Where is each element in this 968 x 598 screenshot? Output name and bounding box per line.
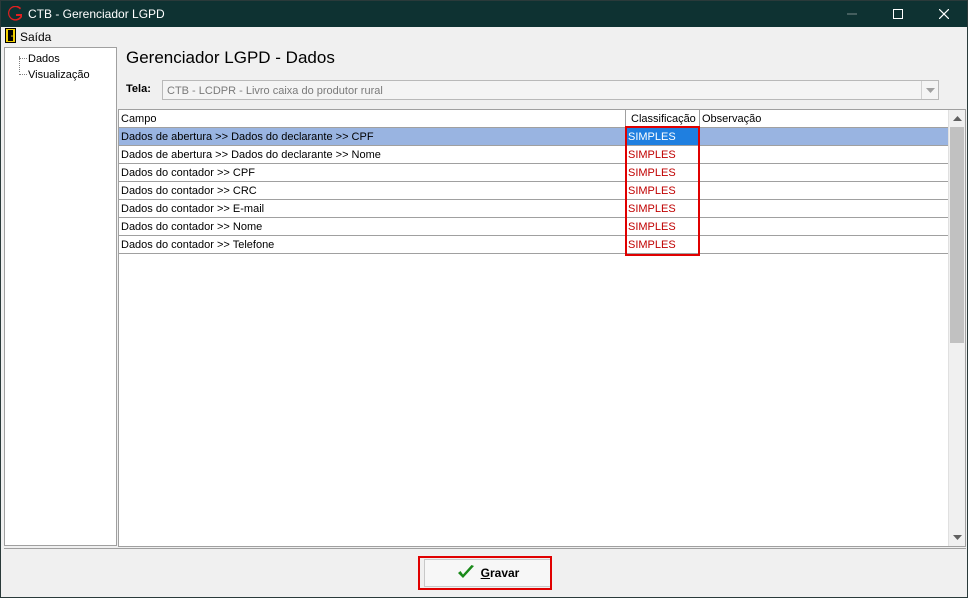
page-title: Gerenciador LGPD - Dados — [126, 48, 335, 67]
cell-campo[interactable]: Dados de abertura >> Dados do declarante… — [119, 128, 626, 145]
column-header-classificacao[interactable]: Classificação — [626, 110, 700, 127]
navigation-tree: Dados Visualização — [4, 47, 117, 546]
cell-observacao[interactable] — [700, 236, 949, 253]
cell-campo[interactable]: Dados de abertura >> Dados do declarante… — [119, 146, 626, 163]
cell-observacao[interactable] — [700, 182, 949, 199]
scroll-up-icon[interactable] — [949, 110, 965, 127]
tela-select-value: CTB - LCDPR - Livro caixa do produtor ru… — [167, 85, 383, 97]
table-row[interactable]: Dados de abertura >> Dados do declarante… — [119, 146, 949, 164]
window-title: CTB - Gerenciador LGPD — [28, 7, 165, 21]
cell-observacao[interactable] — [700, 164, 949, 181]
checkmark-icon — [457, 564, 475, 583]
cell-campo[interactable]: Dados do contador >> Telefone — [119, 236, 626, 253]
scrollbar-thumb[interactable] — [950, 127, 964, 343]
vertical-scrollbar[interactable] — [948, 110, 965, 546]
table-row[interactable]: Dados do contador >> Telefone SIMPLES — [119, 236, 949, 254]
tree-line — [19, 74, 27, 75]
footer-panel: Gravar — [4, 548, 966, 596]
scroll-down-icon[interactable] — [949, 529, 965, 546]
app-window: CTB - Gerenciador LGPD Saída Dados Visua… — [0, 0, 968, 598]
save-button-label-rest: ravar — [489, 566, 520, 580]
table-row[interactable]: Dados do contador >> E-mail SIMPLES — [119, 200, 949, 218]
save-button[interactable]: Gravar — [424, 559, 552, 587]
menu-exit[interactable]: Saída — [5, 27, 52, 46]
cell-classificacao[interactable]: SIMPLES — [626, 164, 700, 181]
exit-door-icon — [5, 27, 16, 46]
tela-label: Tela: — [126, 83, 151, 95]
tree-line — [19, 58, 27, 59]
table-row[interactable]: Dados do contador >> CPF SIMPLES — [119, 164, 949, 182]
column-header-observacao[interactable]: Observação — [700, 110, 949, 127]
cell-campo[interactable]: Dados do contador >> E-mail — [119, 200, 626, 217]
cell-observacao[interactable] — [700, 146, 949, 163]
table-row[interactable]: Dados do contador >> Nome SIMPLES — [119, 218, 949, 236]
tree-item-visualizacao[interactable]: Visualização — [28, 69, 90, 81]
chevron-down-icon[interactable] — [921, 81, 938, 99]
cell-observacao[interactable] — [700, 128, 949, 145]
grid-header: Campo Classificação Observação — [119, 110, 949, 128]
menu-exit-label: Saída — [20, 29, 52, 44]
maximize-button[interactable] — [875, 1, 921, 27]
cell-campo[interactable]: Dados do contador >> Nome — [119, 218, 626, 235]
save-button-hotkey: G — [480, 566, 490, 580]
save-button-label: Gravar — [481, 566, 520, 580]
cell-campo[interactable]: Dados do contador >> CRC — [119, 182, 626, 199]
table-row[interactable]: Dados de abertura >> Dados do declarante… — [119, 128, 949, 146]
tree-item-dados[interactable]: Dados — [28, 53, 60, 65]
cell-classificacao[interactable]: SIMPLES — [626, 218, 700, 235]
minimize-button[interactable] — [829, 1, 875, 27]
cell-campo[interactable]: Dados do contador >> CPF — [119, 164, 626, 181]
cell-observacao[interactable] — [700, 218, 949, 235]
cell-classificacao[interactable]: SIMPLES — [626, 182, 700, 199]
cell-classificacao[interactable]: SIMPLES — [626, 236, 700, 253]
close-button[interactable] — [921, 1, 967, 27]
cell-observacao[interactable] — [700, 200, 949, 217]
column-header-campo[interactable]: Campo — [119, 110, 626, 127]
table-row[interactable]: Dados do contador >> CRC SIMPLES — [119, 182, 949, 200]
data-grid: Campo Classificação Observação Dados de … — [118, 109, 966, 547]
menu-bar: Saída — [1, 27, 967, 46]
app-logo-icon — [7, 5, 23, 22]
tela-select[interactable]: CTB - LCDPR - Livro caixa do produtor ru… — [162, 80, 939, 100]
cell-classificacao[interactable]: SIMPLES — [626, 146, 700, 163]
cell-classificacao[interactable]: SIMPLES — [626, 128, 700, 145]
cell-classificacao[interactable]: SIMPLES — [626, 200, 700, 217]
title-bar[interactable]: CTB - Gerenciador LGPD — [1, 1, 967, 27]
